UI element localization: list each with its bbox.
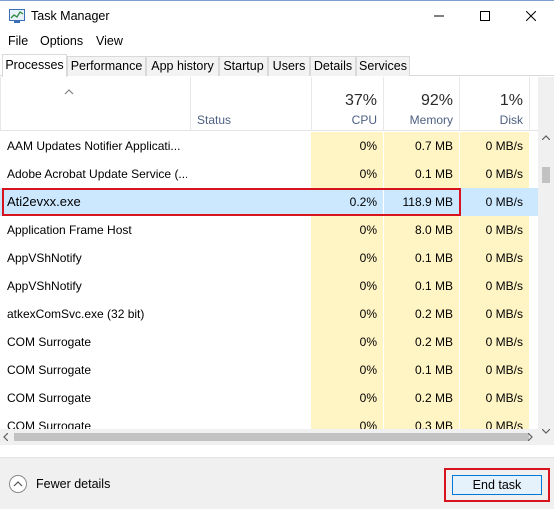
tab-users[interactable]: Users bbox=[268, 56, 310, 76]
maximize-icon bbox=[480, 11, 490, 21]
process-name: atkexComSvc.exe (32 bit) bbox=[7, 307, 145, 321]
process-name: AppVShNotify bbox=[7, 251, 82, 265]
menu-options[interactable]: Options bbox=[40, 34, 83, 48]
table-row[interactable]: COM Surrogate 0% 0.1 MB 0 MB/s bbox=[0, 356, 538, 384]
minimize-button[interactable] bbox=[416, 1, 462, 31]
process-disk: 0 MB/s bbox=[459, 188, 529, 216]
process-name: Adobe Acrobat Update Service (... bbox=[7, 167, 187, 181]
table-row[interactable]: Application Frame Host 0% 8.0 MB 0 MB/s bbox=[0, 216, 538, 244]
column-header-name[interactable] bbox=[0, 77, 190, 131]
process-cpu: 0% bbox=[311, 300, 383, 328]
scroll-up-icon[interactable] bbox=[542, 135, 550, 140]
vertical-scrollbar[interactable] bbox=[538, 77, 554, 445]
process-name: COM Surrogate bbox=[7, 391, 92, 405]
tab-strip: Processes Performance App history Startu… bbox=[0, 54, 554, 77]
process-disk: 0 MB/s bbox=[459, 272, 529, 300]
tab-processes[interactable]: Processes bbox=[2, 54, 67, 77]
table-row[interactable]: AppVShNotify 0% 0.1 MB 0 MB/s bbox=[0, 272, 538, 300]
process-memory: 0.2 MB bbox=[383, 300, 459, 328]
scroll-down-icon[interactable] bbox=[542, 429, 550, 434]
cpu-total-percent: 37% bbox=[344, 92, 377, 109]
footer-bar: Fewer details End task bbox=[0, 457, 554, 509]
process-cpu: 0% bbox=[311, 216, 383, 244]
column-header-disk[interactable]: 1% Disk bbox=[459, 77, 529, 131]
tab-services[interactable]: Services bbox=[356, 56, 410, 76]
process-cpu: 0% bbox=[311, 328, 383, 356]
process-cpu: 0.2% bbox=[311, 188, 383, 216]
vertical-scroll-thumb[interactable] bbox=[542, 167, 550, 183]
process-disk: 0 MB/s bbox=[459, 216, 529, 244]
column-status-label: Status bbox=[197, 113, 232, 127]
end-task-highlight-box: End task bbox=[444, 468, 550, 502]
process-memory: 0.2 MB bbox=[383, 328, 459, 356]
tab-app-history[interactable]: App history bbox=[146, 56, 219, 76]
table-header: Status 37% CPU 92% Memory 1% Disk bbox=[0, 77, 538, 131]
process-memory: 8.0 MB bbox=[383, 216, 459, 244]
window-title: Task Manager bbox=[31, 9, 110, 23]
process-table: Status 37% CPU 92% Memory 1% Disk AAM Up… bbox=[0, 77, 538, 445]
process-memory: 0.1 MB bbox=[383, 356, 459, 384]
column-header-overflow[interactable] bbox=[529, 77, 538, 131]
memory-total-percent: 92% bbox=[420, 92, 453, 109]
table-row[interactable]: AppVShNotify 0% 0.1 MB 0 MB/s bbox=[0, 244, 538, 272]
task-manager-icon bbox=[9, 9, 25, 23]
close-button[interactable] bbox=[508, 1, 554, 31]
horizontal-scroll-thumb[interactable] bbox=[14, 433, 529, 441]
process-disk: 0 MB/s bbox=[459, 384, 529, 412]
process-memory: 0.2 MB bbox=[383, 384, 459, 412]
process-cpu: 0% bbox=[311, 160, 383, 188]
process-memory: 0.1 MB bbox=[383, 160, 459, 188]
menu-view[interactable]: View bbox=[96, 34, 123, 48]
process-cpu: 0% bbox=[311, 132, 383, 160]
process-disk: 0 MB/s bbox=[459, 356, 529, 384]
fewer-details-toggle[interactable]: Fewer details bbox=[9, 475, 110, 493]
end-task-button[interactable]: End task bbox=[452, 475, 542, 495]
chevron-up-circle-icon bbox=[9, 475, 27, 493]
close-icon bbox=[526, 11, 536, 21]
process-name: Ati2evxx.exe bbox=[7, 194, 81, 209]
process-cpu: 0% bbox=[311, 356, 383, 384]
fewer-details-label: Fewer details bbox=[36, 477, 111, 491]
maximize-button[interactable] bbox=[462, 1, 508, 31]
process-name: AppVShNotify bbox=[7, 279, 82, 293]
tab-details[interactable]: Details bbox=[310, 56, 356, 76]
column-cpu-label: CPU bbox=[351, 113, 377, 127]
menu-file[interactable]: File bbox=[8, 34, 28, 48]
process-cpu: 0% bbox=[311, 244, 383, 272]
scroll-right-icon[interactable] bbox=[528, 433, 533, 441]
tab-startup[interactable]: Startup bbox=[219, 56, 268, 76]
horizontal-scrollbar[interactable] bbox=[0, 429, 538, 445]
table-row[interactable]: atkexComSvc.exe (32 bit) 0% 0.2 MB 0 MB/… bbox=[0, 300, 538, 328]
process-name: Application Frame Host bbox=[7, 223, 132, 237]
process-disk: 0 MB/s bbox=[459, 160, 529, 188]
table-row[interactable]: COM Surrogate 0% 0.2 MB 0 MB/s bbox=[0, 384, 538, 412]
table-row-selected[interactable]: Ati2evxx.exe 0.2% 118.9 MB 0 MB/s bbox=[0, 188, 538, 216]
disk-total-percent: 1% bbox=[499, 92, 523, 109]
title-bar[interactable]: Task Manager bbox=[0, 0, 554, 30]
process-disk: 0 MB/s bbox=[459, 132, 529, 160]
minimize-icon bbox=[434, 15, 444, 17]
scroll-left-icon[interactable] bbox=[3, 433, 8, 441]
process-memory: 118.9 MB bbox=[383, 188, 459, 216]
process-disk: 0 MB/s bbox=[459, 328, 529, 356]
tab-performance[interactable]: Performance bbox=[67, 56, 146, 76]
process-cpu: 0% bbox=[311, 272, 383, 300]
column-header-cpu[interactable]: 37% CPU bbox=[311, 77, 383, 131]
column-disk-label: Disk bbox=[499, 113, 523, 127]
process-memory: 0.7 MB bbox=[383, 132, 459, 160]
table-row[interactable]: Adobe Acrobat Update Service (... 0% 0.1… bbox=[0, 160, 538, 188]
process-name: AAM Updates Notifier Applicati... bbox=[7, 139, 181, 153]
process-disk: 0 MB/s bbox=[459, 300, 529, 328]
process-cpu: 0% bbox=[311, 384, 383, 412]
column-header-memory[interactable]: 92% Memory bbox=[383, 77, 459, 131]
process-name: COM Surrogate bbox=[7, 363, 92, 377]
process-name: COM Surrogate bbox=[7, 335, 92, 349]
column-memory-label: Memory bbox=[409, 113, 453, 127]
process-memory: 0.1 MB bbox=[383, 244, 459, 272]
table-row[interactable]: AAM Updates Notifier Applicati... 0% 0.7… bbox=[0, 132, 538, 160]
process-disk: 0 MB/s bbox=[459, 244, 529, 272]
process-memory: 0.1 MB bbox=[383, 272, 459, 300]
table-row[interactable]: COM Surrogate 0% 0.2 MB 0 MB/s bbox=[0, 328, 538, 356]
